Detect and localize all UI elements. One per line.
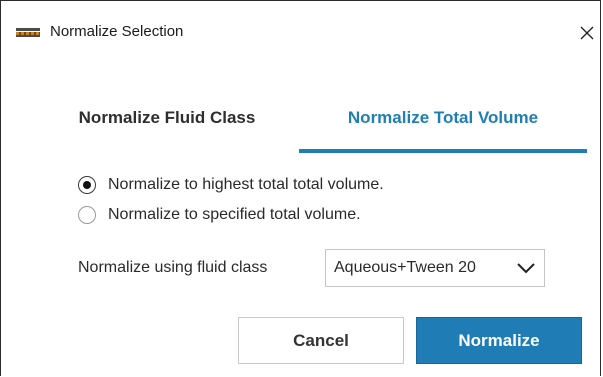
title-bar: Normalize Selection <box>1 1 600 65</box>
chevron-down-icon <box>517 263 535 274</box>
instrument-app-icon <box>16 28 40 37</box>
tab-normalize-total-volume[interactable]: Normalize Total Volume <box>299 91 587 153</box>
radio-label: Normalize to highest total total volume. <box>108 176 384 193</box>
normalize-button[interactable]: Normalize <box>416 317 582 364</box>
window-title: Normalize Selection <box>50 23 184 40</box>
fluid-class-select[interactable]: Aqueous+Tween 20 <box>325 249 545 287</box>
tab-strip: Normalize Fluid Class Normalize Total Vo… <box>1 91 600 153</box>
radio-button-unchecked[interactable] <box>78 206 96 224</box>
cancel-button[interactable]: Cancel <box>238 317 404 364</box>
radio-button-checked[interactable] <box>78 176 96 194</box>
fluid-class-label: Normalize using fluid class <box>78 259 268 276</box>
tab-label: Normalize Total Volume <box>347 108 539 127</box>
radio-label: Normalize to specified total volume. <box>108 206 361 223</box>
radio-option-highest-total-volume[interactable]: Normalize to highest total total volume. <box>78 174 384 196</box>
radio-option-specified-total-volume[interactable]: Normalize to specified total volume. <box>78 204 361 226</box>
tab-normalize-fluid-class[interactable]: Normalize Fluid Class <box>51 91 283 153</box>
normalize-selection-dialog: Normalize Selection Normalize Fluid Clas… <box>0 0 601 376</box>
close-icon <box>580 26 594 40</box>
fluid-class-selected-value: Aqueous+Tween 20 <box>334 259 476 276</box>
close-button[interactable] <box>574 20 600 46</box>
tab-label: Normalize Fluid Class <box>78 108 256 127</box>
